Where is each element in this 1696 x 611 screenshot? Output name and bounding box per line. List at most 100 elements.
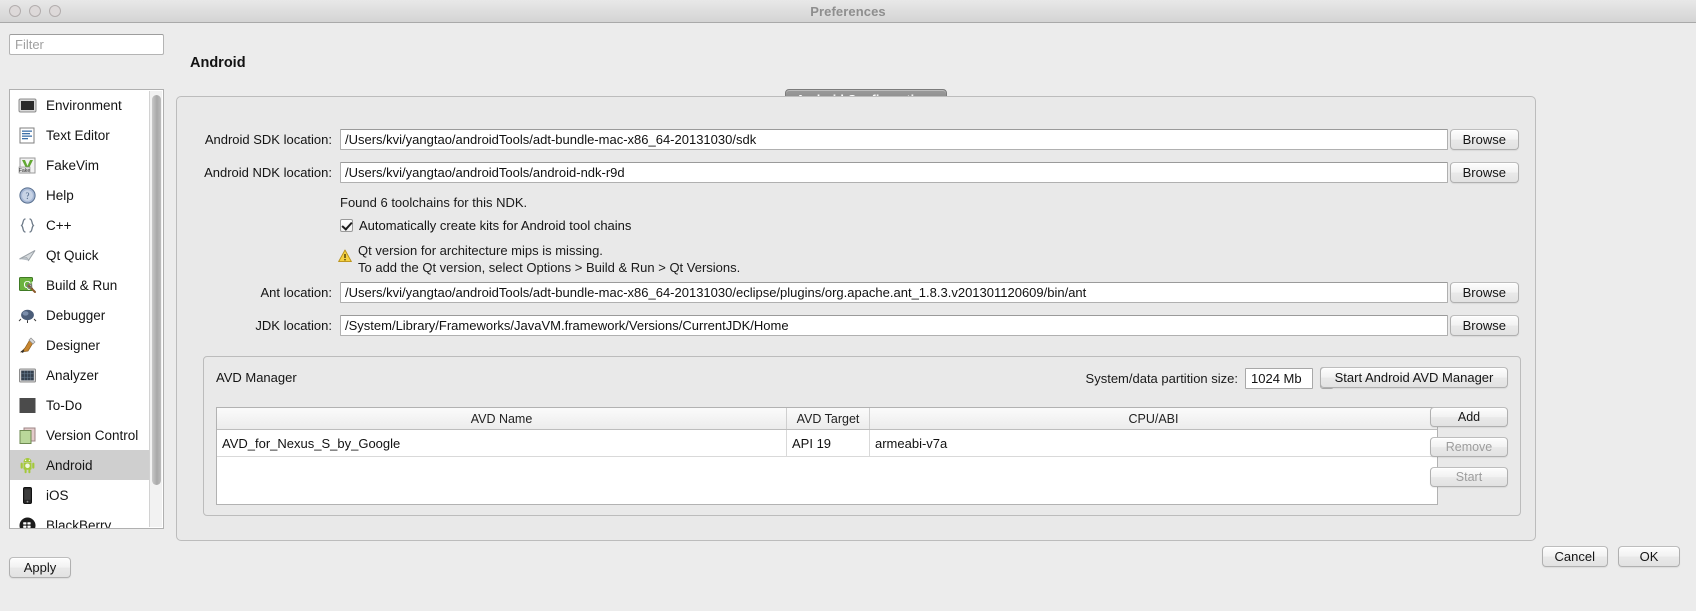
environment-icon <box>18 98 37 112</box>
minimize-button[interactable] <box>29 5 41 17</box>
designer-icon <box>20 337 36 353</box>
ant-browse-button[interactable]: Browse <box>1449 281 1519 303</box>
ndk-location-input[interactable] <box>340 161 1448 183</box>
jdk-location-label: JDK location: <box>255 317 332 333</box>
ant-location-row: Ant location: Browse <box>177 281 1535 303</box>
auto-create-kits-row[interactable]: Automatically create kits for Android to… <box>340 218 631 233</box>
qt-version-warning-text: Qt version for architecture mips is miss… <box>358 242 740 276</box>
sidebar-item-cpp[interactable]: C++ <box>10 210 150 240</box>
help-icon: ? <box>19 186 36 204</box>
sidebar-item-label: Text Editor <box>46 127 110 143</box>
start-avd-button: Start <box>1430 467 1508 487</box>
avd-manager-title: AVD Manager <box>216 370 297 385</box>
sidebar-item-label: iOS <box>46 487 69 503</box>
svg-text:Fake: Fake <box>19 168 31 174</box>
avd-table[interactable]: AVD Name AVD Target CPU/ABI AVD_for_Nexu… <box>216 407 1438 505</box>
cell-cpu-abi: armeabi-v7a <box>875 435 948 451</box>
android-configurations-group: Android SDK location: Browse Android NDK… <box>176 96 1536 541</box>
column-header-cpu-abi[interactable]: CPU/ABI <box>870 408 1437 429</box>
sidebar-item-label: To-Do <box>46 397 83 413</box>
column-header-avd-name[interactable]: AVD Name <box>217 408 787 429</box>
warning-line-1: Qt version for architecture mips is miss… <box>358 243 603 258</box>
ndk-location-row: Android NDK location: Browse <box>177 161 1535 183</box>
sidebar-item-environment[interactable]: Environment <box>10 90 150 120</box>
sidebar-item-label: Environment <box>46 97 122 113</box>
sidebar: Environment Text Editor <box>9 34 164 578</box>
android-icon <box>20 457 35 473</box>
qt-quick-icon <box>19 249 36 261</box>
sidebar-item-label: Version Control <box>46 427 139 443</box>
sdk-browse-button[interactable]: Browse <box>1449 128 1519 150</box>
sidebar-item-label: Help <box>46 187 74 203</box>
apply-button[interactable]: Apply <box>9 557 71 578</box>
ios-icon <box>23 486 32 504</box>
jdk-location-row: JDK location: Browse <box>177 314 1535 336</box>
page-title: Android <box>190 55 246 71</box>
fakevim-icon: Fake <box>18 157 36 174</box>
avd-table-empty-area <box>217 457 1437 504</box>
jdk-browse-button[interactable]: Browse <box>1449 314 1519 336</box>
debugger-icon <box>18 309 37 323</box>
avd-action-buttons: Add Remove Start <box>1430 407 1508 487</box>
blackberry-icon <box>19 517 36 528</box>
text-editor-icon <box>19 127 35 143</box>
remove-avd-button: Remove <box>1430 437 1508 457</box>
sidebar-item-text-editor[interactable]: Text Editor <box>10 120 150 150</box>
sidebar-item-label: FakeVim <box>46 157 100 173</box>
sidebar-item-todo[interactable]: To-Do <box>10 390 150 420</box>
close-button[interactable] <box>9 5 21 17</box>
ok-button[interactable]: OK <box>1618 546 1680 567</box>
cell-avd-target: API 19 <box>787 430 870 456</box>
category-scrollbar[interactable] <box>149 91 162 527</box>
add-avd-button[interactable]: Add <box>1430 407 1508 427</box>
main-pane: Android Android Configurations Android S… <box>176 23 1696 611</box>
sidebar-item-build-and-run[interactable]: Qt Build & Run <box>10 270 150 300</box>
sidebar-item-analyzer[interactable]: Analyzer <box>10 360 150 390</box>
sidebar-item-ios[interactable]: iOS <box>10 480 150 510</box>
sidebar-item-label: C++ <box>46 217 72 233</box>
filter-input[interactable] <box>9 34 164 55</box>
ndk-browse-button[interactable]: Browse <box>1449 161 1519 183</box>
category-scroll-area: Environment Text Editor Fake FakeVim ? H… <box>10 90 150 528</box>
column-header-avd-target[interactable]: AVD Target <box>787 408 870 429</box>
auto-create-kits-checkbox[interactable] <box>340 219 353 232</box>
zoom-button[interactable] <box>49 5 61 17</box>
warning-triangle-icon <box>338 249 352 263</box>
start-android-avd-manager-button[interactable]: Start Android AVD Manager <box>1320 367 1508 388</box>
sidebar-item-label: Designer <box>46 337 101 353</box>
sidebar-item-label: Analyzer <box>46 367 99 383</box>
traffic-lights <box>0 5 61 17</box>
category-scroll-thumb[interactable] <box>152 95 161 485</box>
sidebar-item-designer[interactable]: Designer <box>10 330 150 360</box>
qt-version-warning: Qt version for architecture mips is miss… <box>338 242 740 276</box>
warning-line-2: To add the Qt version, select Options > … <box>358 260 741 275</box>
cancel-button[interactable]: Cancel <box>1541 546 1608 567</box>
ant-location-input[interactable] <box>340 281 1448 303</box>
window-titlebar: Preferences <box>0 0 1696 23</box>
sdk-location-label: Android SDK location: <box>204 131 332 147</box>
sdk-location-input[interactable] <box>340 128 1448 150</box>
jdk-location-input[interactable] <box>340 314 1448 336</box>
sidebar-item-android[interactable]: Android <box>10 450 150 480</box>
sidebar-item-version-control[interactable]: Version Control <box>10 420 150 450</box>
todo-icon <box>19 397 36 413</box>
ant-location-label: Ant location: <box>260 284 332 300</box>
sidebar-item-fakevim[interactable]: Fake FakeVim <box>10 150 150 180</box>
sidebar-item-qt-quick[interactable]: Qt Quick <box>10 240 150 270</box>
svg-text:?: ? <box>26 191 30 201</box>
sidebar-item-label: Build & Run <box>46 277 118 293</box>
apply-row: Apply <box>9 557 71 578</box>
table-row[interactable]: AVD_for_Nexus_S_by_Google API 19 armeabi… <box>217 430 1437 457</box>
sidebar-item-label: Debugger <box>46 307 106 323</box>
cell-avd-name: AVD_for_Nexus_S_by_Google <box>217 430 787 456</box>
sidebar-item-label: Android <box>46 457 93 473</box>
analyzer-icon <box>19 368 36 382</box>
build-and-run-icon: Qt <box>19 276 36 293</box>
sidebar-item-debugger[interactable]: Debugger <box>10 300 150 330</box>
ndk-location-label: Android NDK location: <box>204 164 332 180</box>
auto-create-kits-label: Automatically create kits for Android to… <box>359 218 632 233</box>
category-list[interactable]: Environment Text Editor Fake FakeVim ? H… <box>9 89 164 529</box>
partition-size-input[interactable] <box>1245 367 1313 389</box>
sidebar-item-blackberry[interactable]: BlackBerry <box>10 510 150 528</box>
sidebar-item-help[interactable]: ? Help <box>10 180 150 210</box>
